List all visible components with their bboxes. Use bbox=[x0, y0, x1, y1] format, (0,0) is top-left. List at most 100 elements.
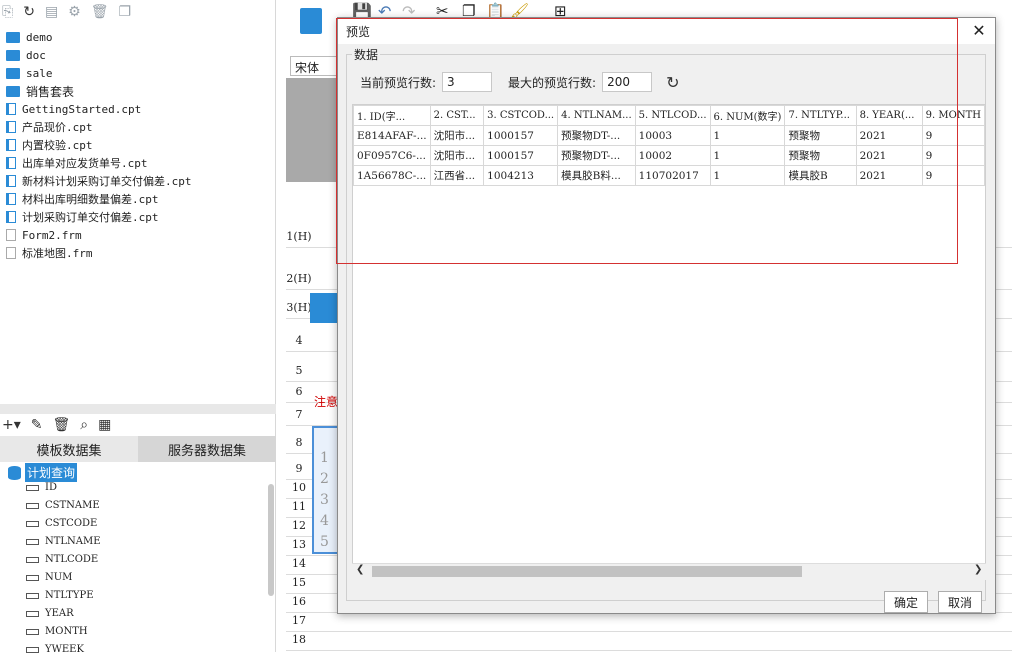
table-cell: 9 bbox=[921, 125, 985, 146]
file-tree-item[interactable]: sale bbox=[6, 64, 53, 82]
refresh-icon[interactable]: ↻ bbox=[666, 73, 679, 92]
file-tree-item[interactable]: 新材料计划采购订单交付偏差.cpt bbox=[6, 172, 192, 190]
file-tree-item[interactable]: GettingStarted.cpt bbox=[6, 100, 141, 118]
dataset-field[interactable]: CSTNAME bbox=[26, 500, 100, 511]
max-rows-input[interactable]: 200 bbox=[602, 72, 653, 92]
column-header[interactable]: 8. YEAR(... bbox=[855, 105, 923, 126]
new-file-icon[interactable]: ⎘ bbox=[2, 0, 13, 24]
dataset-root[interactable]: 计划查询 bbox=[8, 463, 78, 482]
dataset-field[interactable]: NTLNAME bbox=[26, 536, 101, 547]
row-header[interactable]: 16 bbox=[286, 595, 312, 608]
column-header[interactable]: 6. NUM(数字) bbox=[709, 105, 786, 126]
param-icon[interactable]: ▦ bbox=[98, 417, 111, 433]
file-tree-item[interactable]: 标准地图.frm bbox=[6, 244, 93, 262]
file-tree-item[interactable]: 出库单对应发货单号.cpt bbox=[6, 154, 148, 172]
field-name: NUM bbox=[45, 572, 73, 583]
column-header[interactable]: 4. NTLNAM... bbox=[557, 105, 636, 126]
row-header[interactable]: 5 bbox=[286, 364, 312, 377]
dataset-field[interactable]: NTLTYPE bbox=[26, 590, 94, 601]
row-header[interactable]: 17 bbox=[286, 614, 312, 627]
table-cell: 预聚物DT-... bbox=[557, 125, 636, 146]
row-header[interactable]: 15 bbox=[286, 576, 312, 589]
open-icon[interactable]: ▤ bbox=[45, 0, 58, 24]
file-name: sale bbox=[26, 66, 53, 80]
edit-icon[interactable]: ✎ bbox=[31, 417, 43, 433]
refresh-icon[interactable]: ↻ bbox=[23, 0, 35, 24]
table-cell: 1004213 bbox=[483, 165, 559, 186]
row-header[interactable]: 10 bbox=[286, 481, 312, 494]
row-header[interactable]: 9 bbox=[286, 462, 312, 475]
add-dataset-icon[interactable]: +▾ bbox=[2, 417, 21, 433]
row-header[interactable]: 6 bbox=[286, 385, 312, 398]
field-icon bbox=[26, 502, 39, 509]
row-header[interactable]: 12 bbox=[286, 519, 312, 532]
delete-icon[interactable]: 🗑 bbox=[91, 0, 109, 24]
folder-icon bbox=[6, 31, 20, 43]
table-cell: 9 bbox=[921, 165, 985, 186]
current-rows-input[interactable]: 3 bbox=[442, 72, 493, 92]
preview-icon[interactable]: ⌕ bbox=[80, 417, 88, 433]
close-icon[interactable]: ✕ bbox=[969, 21, 989, 41]
dataset-field[interactable]: YEAR bbox=[26, 608, 74, 619]
column-header[interactable]: 7. NTLTYP... bbox=[784, 105, 857, 126]
file-tree-item[interactable]: doc bbox=[6, 46, 46, 64]
copy-icon[interactable]: ❐ bbox=[119, 0, 132, 24]
scroll-left-icon[interactable]: ❮ bbox=[356, 564, 364, 575]
file-tree-item[interactable]: demo bbox=[6, 28, 53, 46]
scroll-right-icon[interactable]: ❯ bbox=[974, 564, 982, 575]
table-cell: 1A56678C-... bbox=[353, 165, 431, 186]
row-header[interactable]: 4 bbox=[286, 334, 312, 347]
column-header[interactable]: 1. ID(字... bbox=[353, 105, 431, 126]
table-cell: 1 bbox=[709, 125, 786, 146]
cancel-button[interactable]: 取消 bbox=[938, 591, 982, 613]
row-header[interactable]: 1(H) bbox=[286, 230, 312, 243]
table-row: 0F0957C6-... 沈阳市... 1000157 预聚物DT-... 10002 1… bbox=[353, 145, 985, 166]
settings-icon[interactable]: ⚙ bbox=[68, 0, 81, 24]
column-header[interactable]: 5. NTLCOD... bbox=[634, 105, 711, 126]
dataset-field[interactable]: MONTH bbox=[26, 626, 88, 637]
row-header[interactable]: 3(H) bbox=[286, 301, 312, 314]
table-cell: 预聚物DT-... bbox=[557, 145, 636, 166]
file-name: Form2.frm bbox=[22, 228, 82, 242]
dataset-field[interactable]: YWEEK bbox=[26, 644, 84, 655]
tab-server-dataset[interactable]: 服务器数据集 bbox=[138, 436, 276, 462]
row-header[interactable]: 2(H) bbox=[286, 272, 312, 285]
file-tree-item[interactable]: 产品现价.cpt bbox=[6, 118, 93, 136]
tab-template-dataset[interactable]: 模板数据集 bbox=[0, 436, 138, 462]
table-cell: 1000157 bbox=[483, 145, 559, 166]
table-cell: 2021 bbox=[855, 125, 923, 146]
row-header[interactable]: 18 bbox=[286, 633, 312, 646]
delete-icon[interactable]: 🗑 bbox=[53, 417, 71, 433]
file-name: 产品现价.cpt bbox=[22, 121, 93, 134]
table-cell: 预聚物 bbox=[784, 125, 857, 146]
font-select[interactable]: 宋体 bbox=[290, 56, 340, 76]
scroll-thumb[interactable] bbox=[372, 566, 802, 577]
row-header[interactable]: 7 bbox=[286, 408, 312, 421]
scrollbar[interactable] bbox=[268, 484, 274, 596]
file-name: GettingStarted.cpt bbox=[22, 102, 142, 116]
row-header[interactable]: 11 bbox=[286, 500, 312, 513]
field-name: NTLTYPE bbox=[45, 590, 94, 601]
row-header[interactable]: 8 bbox=[286, 436, 312, 449]
row-header[interactable]: 14 bbox=[286, 557, 312, 570]
template-icon[interactable] bbox=[300, 8, 322, 34]
column-header[interactable]: 3. CSTCOD... bbox=[483, 105, 559, 126]
file-icon bbox=[6, 211, 16, 223]
file-tree-item[interactable]: 计划采购订单交付偏差.cpt bbox=[6, 208, 159, 226]
ok-button[interactable]: 确定 bbox=[884, 591, 928, 613]
dataset-field[interactable]: ID bbox=[26, 482, 57, 493]
dataset-field[interactable]: CSTCODE bbox=[26, 518, 97, 529]
note-cell[interactable]: 注意 bbox=[314, 393, 338, 410]
column-header[interactable]: 2. CST... bbox=[429, 105, 485, 126]
file-tree-item[interactable]: 内置校验.cpt bbox=[6, 136, 93, 154]
row-header[interactable]: 13 bbox=[286, 538, 312, 551]
panel-divider[interactable] bbox=[0, 404, 276, 414]
file-tree-item[interactable]: 材料出库明细数量偏差.cpt bbox=[6, 190, 159, 208]
dataset-field[interactable]: NTLCODE bbox=[26, 554, 98, 565]
column-header[interactable]: 9. MONTH bbox=[921, 105, 985, 126]
file-tree-item[interactable]: Form2.frm bbox=[6, 226, 82, 244]
table-cell: 2021 bbox=[855, 165, 923, 186]
file-toolbar: ⎘ ↻ ▤ ⚙ 🗑 ❐ bbox=[0, 0, 276, 24]
dataset-field[interactable]: NUM bbox=[26, 572, 72, 583]
file-tree-item[interactable]: 销售套表 bbox=[6, 82, 74, 100]
